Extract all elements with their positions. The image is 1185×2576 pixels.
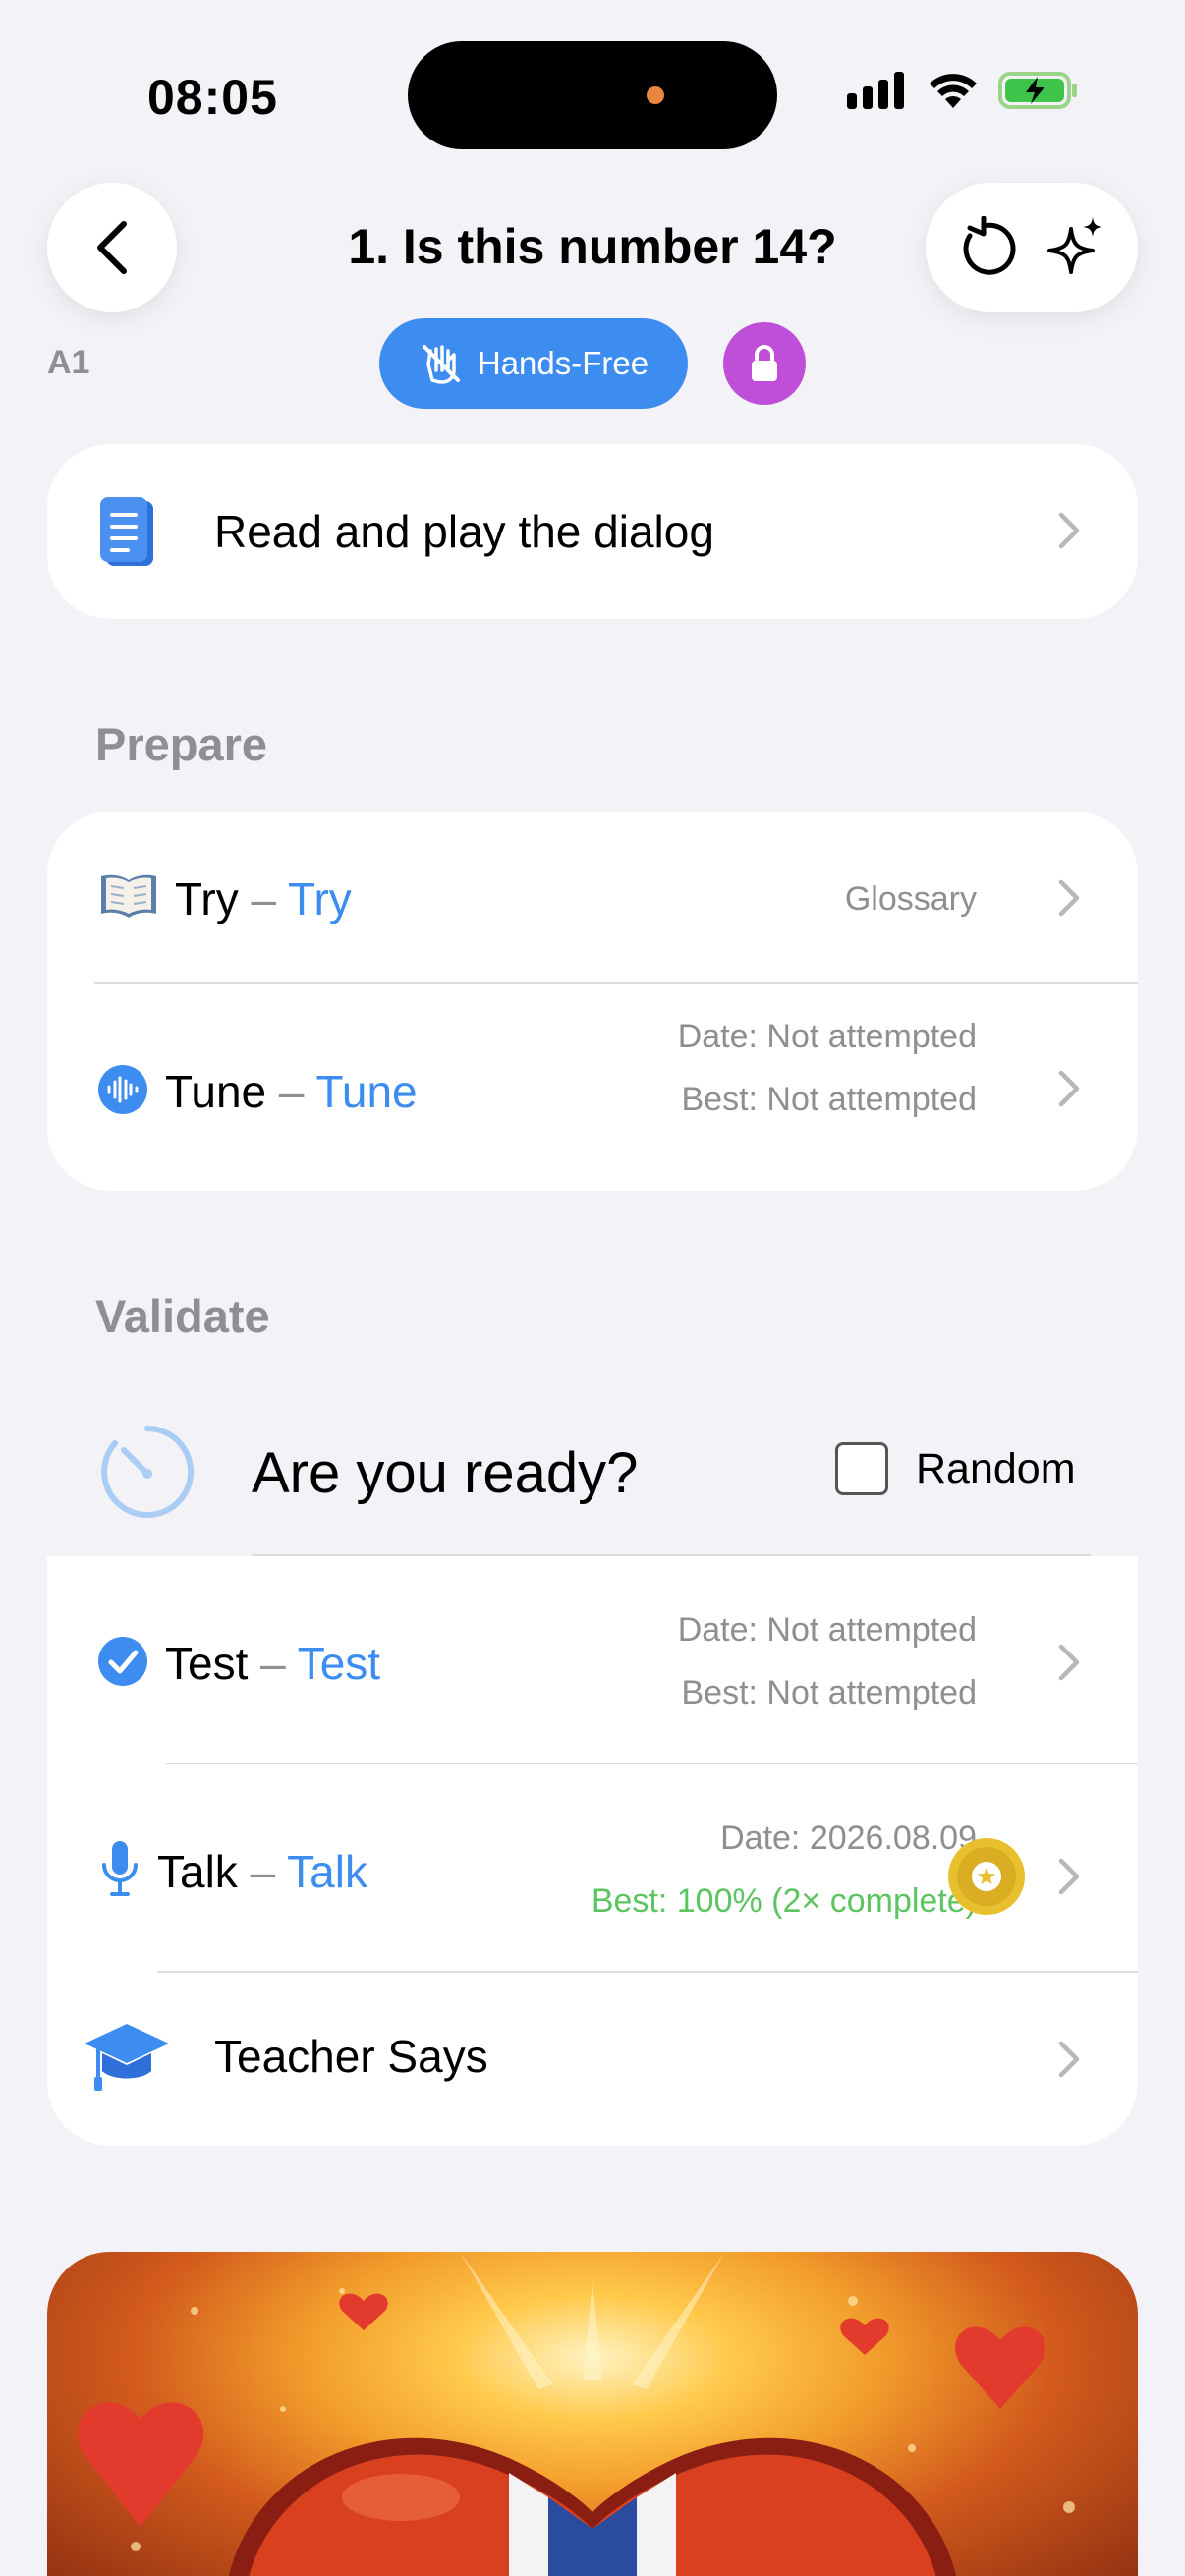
chevron-left-icon [97, 221, 127, 274]
tune-name: Tune [165, 1066, 267, 1117]
lock-icon [752, 345, 777, 381]
restart-button[interactable] [956, 216, 1019, 279]
hands-free-button[interactable]: Hands-Free [379, 318, 688, 409]
test-row[interactable]: Test – Test Date: Not attempted Best: No… [47, 1556, 1138, 1764]
hands-free-label: Hands-Free [477, 345, 649, 381]
talk-name: Talk [157, 1846, 238, 1897]
open-book-icon [101, 874, 156, 918]
talk-row[interactable]: Talk – Talk Date: 2026.08.09 Best: 100% … [47, 1764, 1138, 1973]
cellular-signal-icon [847, 72, 904, 109]
test-name: Test [165, 1638, 249, 1689]
camera-indicator-dot [647, 86, 664, 104]
chevron-right-icon [1058, 1644, 1080, 1681]
talk-best: Best: 100% (2× complete) [591, 1882, 977, 1920]
try-translation: Try [288, 873, 352, 924]
separator: – [250, 1846, 276, 1897]
document-icon [100, 497, 153, 566]
graduation-cap-icon [85, 2024, 169, 2091]
chevron-right-icon [1058, 879, 1080, 917]
microphone-icon [102, 1841, 138, 1896]
sparkles-icon [1046, 217, 1102, 274]
waveform-icon [98, 1065, 147, 1114]
tune-translation: Tune [315, 1066, 418, 1117]
validate-card: Test – Test Date: Not attempted Best: No… [47, 1556, 1138, 2146]
header-actions [926, 183, 1138, 312]
test-translation: Test [297, 1638, 381, 1689]
chevron-right-icon [1058, 1858, 1080, 1895]
lesson-illustration [47, 2252, 1138, 2576]
dynamic-island [408, 41, 777, 149]
separator: – [251, 873, 277, 924]
hand-off-icon [422, 345, 460, 384]
wifi-icon [930, 74, 977, 108]
page-title: 1. Is this number 14? [348, 219, 837, 274]
random-toggle[interactable]: Random [835, 1442, 1076, 1495]
random-checkbox[interactable] [835, 1442, 888, 1495]
ai-sparkles-button[interactable] [1044, 215, 1108, 280]
separator: – [278, 1066, 305, 1117]
status-icons [847, 71, 1079, 110]
restart-icon [963, 216, 1016, 275]
validate-section-title: Validate [95, 1290, 270, 1342]
talk-date: Date: 2026.08.09 [720, 1820, 977, 1857]
timer-icon [101, 1426, 195, 1518]
back-button[interactable] [47, 183, 177, 312]
chevron-right-icon [1058, 1070, 1080, 1107]
tune-row[interactable]: Tune – Tune Date: Not attempted Best: No… [47, 984, 1138, 1191]
tune-best: Best: Not attempted [681, 1081, 978, 1118]
tune-date: Date: Not attempted [677, 1018, 977, 1055]
gold-medal-icon [948, 1838, 1025, 1915]
heart-flag-illustration [77, 2252, 1075, 2576]
try-row[interactable]: Try – Try Glossary [47, 812, 1138, 984]
ready-title: Are you ready? [252, 1441, 639, 1505]
chevron-right-icon [1058, 2041, 1080, 2078]
random-label: Random [916, 1444, 1076, 1492]
status-time: 08:05 [147, 70, 278, 125]
try-name: Try [175, 873, 239, 924]
teacher-says-label: Teacher Says [214, 2031, 488, 2082]
level-badge: A1 [47, 344, 90, 381]
prepare-section-title: Prepare [95, 718, 268, 770]
teacher-says-row[interactable]: Teacher Says [47, 1973, 1138, 2146]
battery-charging-icon [998, 72, 1077, 109]
test-date: Date: Not attempted [677, 1611, 977, 1649]
separator: – [260, 1638, 286, 1689]
test-best: Best: Not attempted [681, 1674, 978, 1711]
try-glossary: Glossary [844, 880, 977, 918]
talk-translation: Talk [287, 1846, 367, 1897]
lock-button[interactable] [723, 322, 806, 405]
checkmark-circle-icon [98, 1637, 147, 1686]
dialog-row-label: Read and play the dialog [214, 506, 714, 557]
prepare-card: Try – Try Glossary Tune – Tune Date: Not… [47, 812, 1138, 1191]
chevron-right-icon [1058, 512, 1080, 549]
dialog-row[interactable]: Read and play the dialog [47, 444, 1138, 619]
